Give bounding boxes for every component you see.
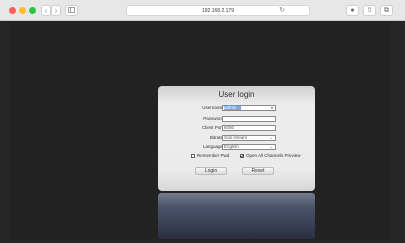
password-field[interactable] [222,116,276,122]
chevron-left-icon: ‹ [44,6,48,15]
sidebar-button[interactable] [65,5,78,16]
login-button[interactable]: Login [195,167,227,175]
share-icon: ⇧ [366,7,373,14]
address-bar[interactable]: 192.168.2.179 ↻ [126,5,310,16]
shield-icon: ● [350,7,355,14]
bitrate-select[interactable]: Sub stream ⌄ [222,135,276,141]
tabs-button[interactable]: ⧉ [380,5,393,16]
username-value: admin [224,105,237,110]
username-select[interactable]: admin ▾ [222,105,276,111]
checkmark-icon [240,154,244,158]
sidebar-icon [68,7,75,13]
chevron-down-icon: ⌄ [269,144,273,149]
password-label: Password [203,116,223,121]
bitrate-label: Bitrate [209,135,223,140]
username-label: Username [202,105,223,110]
language-label: Language [202,144,223,149]
language-select[interactable]: English ⌄ [222,144,276,150]
shield-button[interactable]: ● [346,5,359,16]
client-port-label: Client Port [201,125,223,130]
browser-toolbar: ‹ › 192.168.2.179 ↻ ● ⇧ ⧉ [0,0,405,21]
panel-reflection [158,193,315,239]
reload-icon[interactable]: ↻ [279,6,285,16]
chevron-right-icon: › [54,6,58,15]
open-all-channels-label: Open All Channels Preview [246,153,301,158]
open-all-channels-checkbox[interactable] [240,154,244,158]
remember-pwd-label: Remember Pwd [197,153,230,158]
minimize-window-button[interactable] [19,7,26,14]
remember-pwd-checkbox[interactable] [191,154,195,158]
bitrate-value: Sub stream [224,135,248,140]
chevron-down-icon: ▾ [270,105,273,110]
close-window-button[interactable] [9,7,16,14]
tabs-icon: ⧉ [384,7,389,14]
chevron-down-icon: ⌄ [269,135,273,140]
back-button[interactable]: ‹ [41,5,51,16]
forward-button[interactable]: › [51,5,61,16]
client-port-field[interactable]: 6000 [222,125,276,131]
login-title: User login [218,90,255,99]
share-button[interactable]: ⇧ [363,5,376,16]
maximize-window-button[interactable] [29,7,36,14]
language-value: English [224,144,239,149]
reset-button[interactable]: Reset [242,167,274,175]
login-panel: User login Username admin ▾ Password Cli… [158,86,315,191]
